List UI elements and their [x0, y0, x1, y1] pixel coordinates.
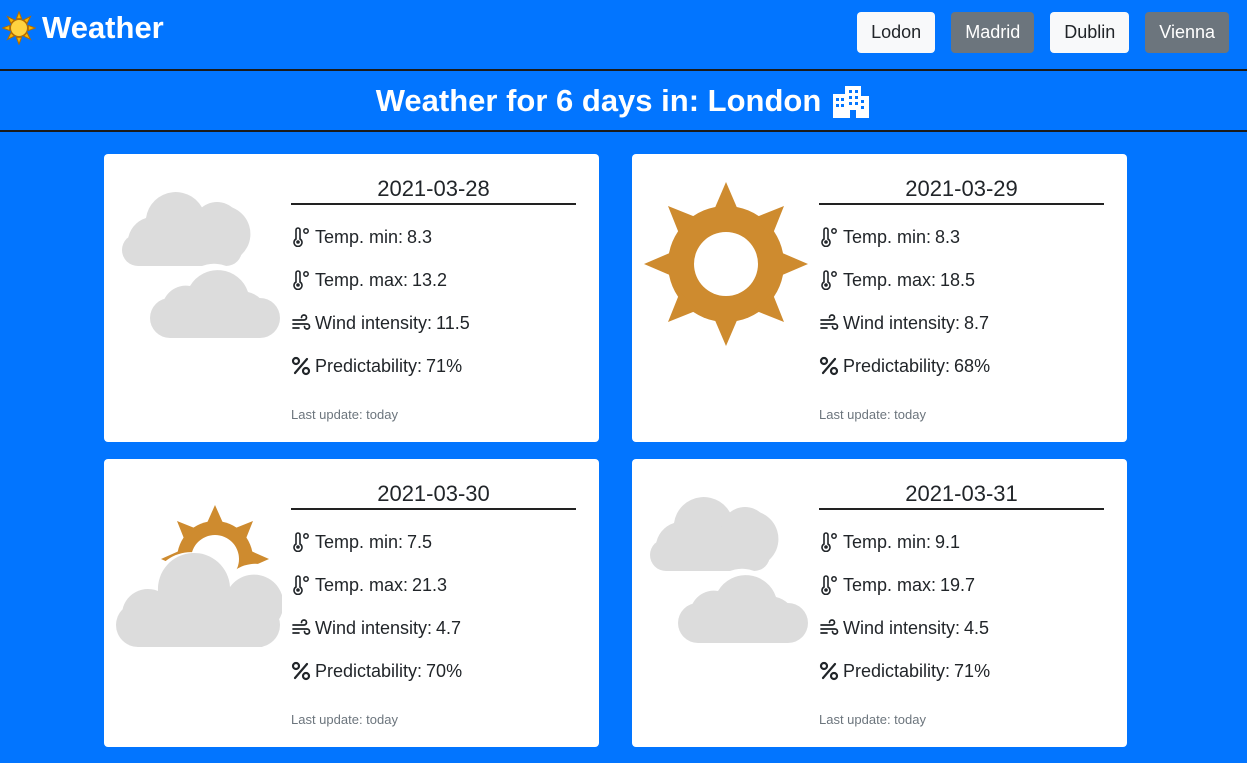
- last-update-text: Last update: today: [291, 407, 398, 422]
- predictability-label: Predictability:: [315, 660, 423, 681]
- forecast-date: 2021-03-30: [291, 479, 576, 510]
- last-update-text: Last update: today: [819, 712, 926, 727]
- wind-label: Wind intensity:: [315, 617, 433, 638]
- thermometer-icon: [821, 532, 837, 552]
- temp-max-value: 18.5: [940, 269, 976, 290]
- temp-min-label: Temp. min:: [843, 531, 932, 552]
- predictability-value: 71%: [954, 660, 991, 681]
- city-button-lodon[interactable]: Lodon: [857, 12, 936, 53]
- forecast-date: 2021-03-28: [291, 174, 576, 205]
- thermometer-icon: [821, 270, 837, 290]
- predictability-value: 68%: [954, 355, 991, 376]
- temp-max-label: Temp. max:: [315, 574, 409, 595]
- city-button-madrid[interactable]: Madrid: [951, 12, 1035, 53]
- wind-label: Wind intensity:: [843, 617, 961, 638]
- last-update-text: Last update: today: [291, 712, 398, 727]
- wind-label: Wind intensity:: [315, 312, 433, 333]
- wind-value: 11.5: [436, 312, 470, 333]
- wind-icon: [820, 314, 839, 330]
- forecast-date: 2021-03-29: [819, 174, 1104, 205]
- temp-min-label: Temp. min:: [843, 226, 932, 247]
- forecast-card: 2021-03-31 Temp. min: 9.1 Temp. max: 19.…: [632, 459, 1127, 747]
- wind-label: Wind intensity:: [843, 312, 961, 333]
- temp-min-value: 7.5: [407, 531, 433, 552]
- temp-min-value: 8.3: [407, 226, 433, 247]
- forecast-heading: Weather for 6 days in: London: [0, 71, 1247, 132]
- wind-value: 4.5: [964, 617, 990, 638]
- percent-icon: [819, 356, 839, 376]
- temp-max-label: Temp. max:: [315, 269, 409, 290]
- thermometer-icon: [293, 270, 309, 290]
- wind-value: 4.7: [436, 617, 462, 638]
- temp-max-value: 19.7: [940, 574, 976, 595]
- temp-min-label: Temp. min:: [315, 531, 404, 552]
- temp-max-label: Temp. max:: [843, 269, 937, 290]
- forecast-card: 2021-03-30 Temp. min: 7.5 Temp. max: 21.…: [104, 459, 599, 747]
- sun-icon: [2, 11, 36, 45]
- predictability-label: Predictability:: [315, 355, 423, 376]
- wind-value: 8.7: [964, 312, 990, 333]
- heavy-cloud-icon: [650, 497, 814, 651]
- percent-icon: [291, 356, 311, 376]
- thermometer-icon: [293, 532, 309, 552]
- percent-icon: [291, 661, 311, 681]
- city-icon: [833, 85, 870, 118]
- temp-min-label: Temp. min:: [315, 226, 404, 247]
- predictability-label: Predictability:: [843, 355, 951, 376]
- forecast-card: 2021-03-28 Temp. min: 8.3 Temp. max: 13.…: [104, 154, 599, 442]
- app-title: Weather: [42, 10, 164, 45]
- clear-sun-icon: [644, 182, 808, 346]
- city-button-vienna[interactable]: Vienna: [1145, 12, 1229, 53]
- city-button-dublin[interactable]: Dublin: [1050, 12, 1130, 53]
- predictability-label: Predictability:: [843, 660, 951, 681]
- thermometer-icon: [293, 575, 309, 595]
- temp-max-value: 21.3: [412, 574, 448, 595]
- thermometer-icon: [821, 227, 837, 247]
- thermometer-icon: [293, 227, 309, 247]
- navbar: Weather Lodon Madrid Dublin Vienna: [0, 0, 1247, 71]
- app-brand[interactable]: Weather: [2, 8, 164, 48]
- percent-icon: [819, 661, 839, 681]
- predictability-value: 70%: [426, 660, 463, 681]
- forecast-date: 2021-03-31: [819, 479, 1104, 510]
- wind-icon: [820, 619, 839, 635]
- partly-cloudy-icon: [113, 505, 290, 658]
- temp-max-value: 13.2: [412, 269, 448, 290]
- thermometer-icon: [821, 575, 837, 595]
- forecast-heading-text: Weather for 6 days in: London: [375, 82, 822, 118]
- city-selector: Lodon Madrid Dublin Vienna: [857, 12, 1229, 53]
- heavy-cloud-icon: [122, 192, 286, 346]
- last-update-text: Last update: today: [819, 407, 926, 422]
- temp-min-value: 9.1: [935, 531, 961, 552]
- forecast-card: 2021-03-29 Temp. min: 8.3 Temp. max: 18.…: [632, 154, 1127, 442]
- wind-icon: [292, 619, 311, 635]
- temp-max-label: Temp. max:: [843, 574, 937, 595]
- temp-min-value: 8.3: [935, 226, 961, 247]
- predictability-value: 71%: [426, 355, 463, 376]
- wind-icon: [292, 314, 311, 330]
